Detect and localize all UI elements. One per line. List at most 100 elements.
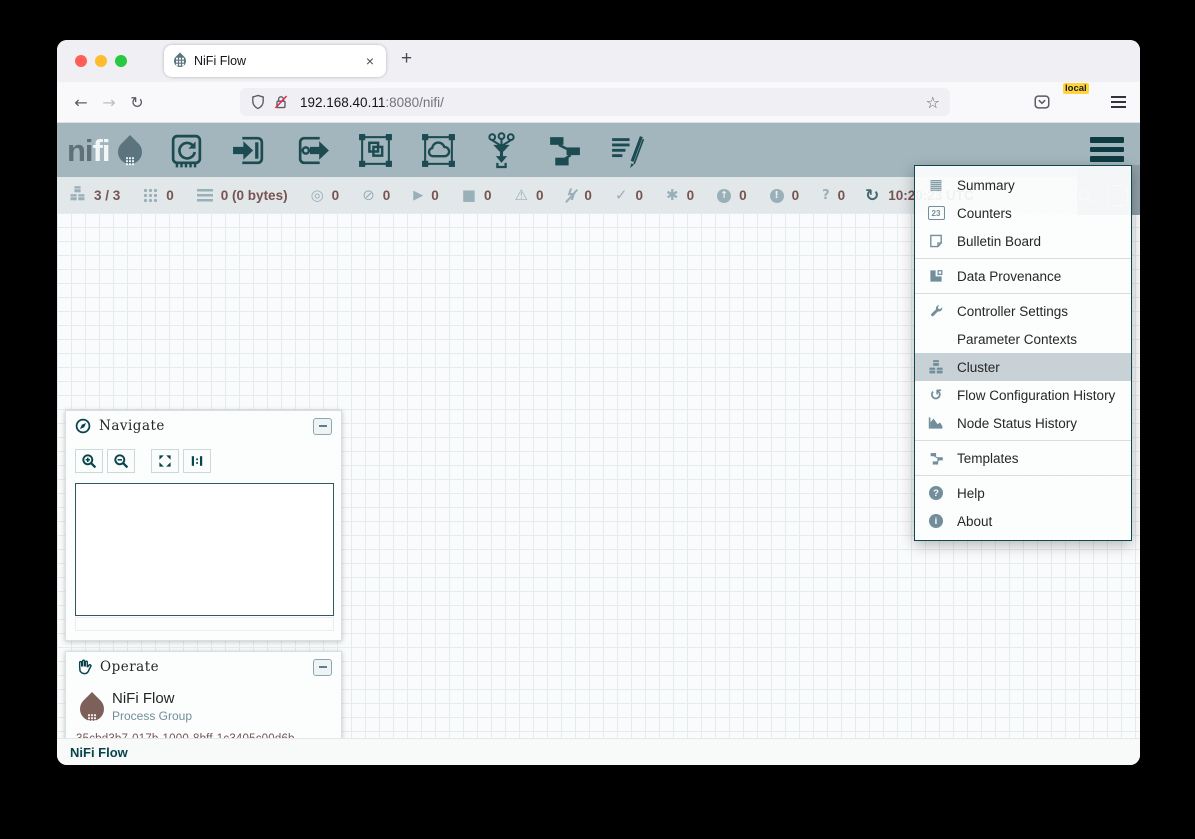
stopped-status: ■0 xyxy=(462,188,492,203)
url-host: 192.168.40.11 xyxy=(300,95,385,110)
navigate-header: Navigate xyxy=(66,411,341,441)
tab-close-icon[interactable]: × xyxy=(364,53,376,69)
input-port-icon[interactable] xyxy=(231,132,268,169)
cluster-status: 3 / 3 xyxy=(69,185,120,207)
insecure-lock-icon[interactable] xyxy=(273,94,289,110)
menu-item-templates[interactable]: Templates xyxy=(915,444,1131,472)
locally-modified-stale-icon: ! xyxy=(770,189,784,203)
tab-bar: NiFi Flow × + xyxy=(57,40,1140,82)
menu-group-reporting: ▦Summary 23Counters Bulletin Board xyxy=(915,168,1131,258)
maximize-window-button[interactable] xyxy=(115,55,127,67)
zoom-actual-size-button[interactable] xyxy=(183,449,211,473)
birdseye-view[interactable] xyxy=(75,483,334,616)
output-port-icon[interactable] xyxy=(294,132,331,169)
refresh-icon[interactable]: ↻ xyxy=(865,186,879,206)
minimize-window-button[interactable] xyxy=(95,55,107,67)
counters-icon: 23 xyxy=(928,206,945,220)
operate-title: Operate xyxy=(100,659,313,675)
bulletin-board-icon xyxy=(927,233,945,249)
pocket-icon[interactable] xyxy=(1033,93,1051,111)
locally-modified-stale-status: !0 xyxy=(770,188,800,203)
close-window-button[interactable] xyxy=(75,55,87,67)
menu-group-help: ?Help iAbout xyxy=(915,475,1131,538)
queued-status: 0 (0 bytes) xyxy=(197,188,288,203)
collapse-navigate-button[interactable] xyxy=(313,418,332,435)
threads-icon xyxy=(143,188,158,203)
zoom-fit-button[interactable] xyxy=(151,449,179,473)
navigate-tools xyxy=(66,441,341,473)
menu-item-counters[interactable]: 23Counters xyxy=(915,199,1131,227)
component-name: NiFi Flow xyxy=(112,690,192,707)
tab-title: NiFi Flow xyxy=(194,54,364,68)
up-to-date-status: ✓0 xyxy=(615,188,643,203)
running-status: ▶0 xyxy=(413,188,439,203)
processor-icon[interactable] xyxy=(168,132,205,169)
zoom-in-button[interactable] xyxy=(75,449,103,473)
not-transmitting-status: ⊘0 xyxy=(362,188,390,203)
process-group-icon[interactable] xyxy=(357,132,394,169)
hand-icon xyxy=(75,659,92,676)
invalid-icon: ⚠ xyxy=(515,188,528,203)
summary-icon: ▦ xyxy=(927,177,945,193)
url-text: 192.168.40.11:8080/nifi/ xyxy=(300,95,926,110)
menu-group-templates: Templates xyxy=(915,440,1131,475)
disabled-status: ϟ0 xyxy=(566,188,591,203)
menu-item-parameter-contexts[interactable]: Parameter Contexts xyxy=(915,325,1131,353)
running-icon: ▶ xyxy=(413,189,423,202)
url-bar[interactable]: 192.168.40.11:8080/nifi/ ☆ xyxy=(240,88,950,116)
stale-status: ↑0 xyxy=(717,188,747,203)
collapse-operate-button[interactable] xyxy=(313,659,332,676)
url-path: :8080/nifi/ xyxy=(385,95,444,110)
component-palette xyxy=(168,132,646,169)
global-menu: ▦Summary 23Counters Bulletin Board Data … xyxy=(914,165,1132,541)
threads-status: 0 xyxy=(143,188,174,203)
menu-item-node-status-history[interactable]: Node Status History xyxy=(915,409,1131,437)
navigate-panel: Navigate xyxy=(65,410,342,641)
breadcrumb[interactable]: NiFi Flow xyxy=(70,745,128,760)
node-status-chart-icon xyxy=(927,415,945,431)
compass-icon xyxy=(75,418,91,434)
process-group-drop-icon xyxy=(75,692,109,726)
menu-item-data-provenance[interactable]: Data Provenance xyxy=(915,262,1131,290)
remote-process-group-icon[interactable] xyxy=(420,132,457,169)
nifi-logo: nifi xyxy=(67,135,142,166)
menu-item-flow-configuration-history[interactable]: ↺Flow Configuration History xyxy=(915,381,1131,409)
new-tab-button[interactable]: + xyxy=(401,48,412,70)
menu-item-controller-settings[interactable]: Controller Settings xyxy=(915,297,1131,325)
zoom-out-button[interactable] xyxy=(107,449,135,473)
funnel-icon[interactable] xyxy=(483,132,520,169)
menu-item-about[interactable]: iAbout xyxy=(915,507,1131,535)
sync-failure-status: ?0 xyxy=(822,188,845,203)
nifi-global-menu-icon[interactable] xyxy=(1090,137,1124,162)
reload-icon[interactable]: ↻ xyxy=(123,93,151,112)
shield-icon[interactable] xyxy=(250,94,266,110)
screenshot-stage: NiFi Flow × + ← → ↻ 192.168.40.11:8080/n… xyxy=(0,0,1195,839)
menu-item-bulletin-board[interactable]: Bulletin Board xyxy=(915,227,1131,255)
logo-text-ni: ni xyxy=(67,133,93,168)
stopped-icon: ■ xyxy=(462,188,476,203)
window-controls xyxy=(75,55,127,67)
queued-icon xyxy=(197,189,213,202)
browser-menu-icon[interactable] xyxy=(1111,96,1126,108)
help-icon: ? xyxy=(929,486,943,500)
history-icon: ↺ xyxy=(927,386,945,404)
templates-icon xyxy=(927,451,945,466)
forward-icon[interactable]: → xyxy=(95,93,123,112)
back-icon[interactable]: ← xyxy=(67,93,95,112)
breadcrumb-bar: NiFi Flow xyxy=(57,738,1140,765)
browser-right-icons: local xyxy=(1033,82,1126,122)
template-icon[interactable] xyxy=(546,132,583,169)
operate-component: NiFi Flow Process Group xyxy=(66,682,341,723)
bookmark-star-icon[interactable]: ☆ xyxy=(926,93,940,112)
browser-tab[interactable]: NiFi Flow × xyxy=(164,45,386,77)
stale-icon: ↑ xyxy=(717,189,731,203)
not-transmitting-icon: ⊘ xyxy=(362,188,375,203)
menu-item-help[interactable]: ?Help xyxy=(915,479,1131,507)
logo-text-fi: fi xyxy=(93,133,110,168)
label-icon[interactable] xyxy=(609,132,646,169)
profile-avatar[interactable]: local xyxy=(1071,92,1091,112)
menu-item-summary[interactable]: ▦Summary xyxy=(915,171,1131,199)
menu-item-cluster[interactable]: Cluster xyxy=(915,353,1131,381)
operate-header: Operate xyxy=(66,652,341,682)
wrench-icon xyxy=(927,304,945,319)
